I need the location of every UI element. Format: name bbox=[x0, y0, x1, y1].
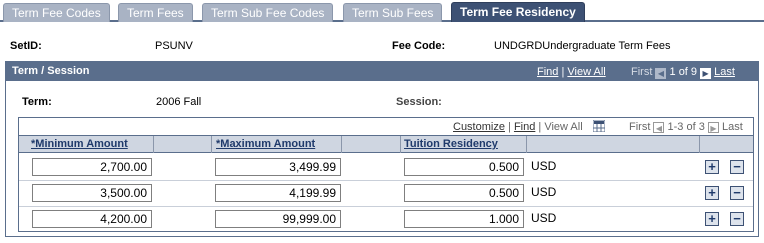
nav-separator: | bbox=[538, 121, 542, 133]
col-separator bbox=[211, 136, 212, 153]
grid-header-row: *Minimum Amount *Maximum Amount Tuition … bbox=[19, 135, 753, 153]
col-separator bbox=[341, 136, 342, 153]
tab-bar: Term Fee Codes Term Fees Term Sub Fee Co… bbox=[0, 0, 764, 22]
minimum-amount-input[interactable] bbox=[32, 158, 152, 176]
maximum-amount-input[interactable] bbox=[215, 158, 341, 176]
grid-prev-icon: ◀ bbox=[653, 122, 665, 133]
grid-first-label: First bbox=[629, 121, 651, 133]
col-header-minimum-amount[interactable]: *Minimum Amount bbox=[31, 138, 128, 150]
fee-code-value: UNDGRDUndergraduate Term Fees bbox=[494, 40, 671, 52]
tuition-residency-input[interactable] bbox=[404, 158, 524, 176]
grid-pager: First ◀ 1-3 of 3 ▶ Last bbox=[629, 121, 743, 133]
term-session-nav: Find | View All bbox=[537, 66, 606, 78]
fee-residency-grid: Customize | Find | View All First ◀ 1-3 … bbox=[18, 117, 754, 232]
term-session-header: Term / Session Find | View All First ◀ 1… bbox=[6, 62, 758, 81]
session-label: Session: bbox=[396, 96, 442, 108]
currency-label: USD bbox=[531, 185, 557, 199]
setid-value: PSUNV bbox=[155, 40, 193, 52]
grid-view-all-link[interactable]: View All bbox=[544, 121, 582, 133]
next-icon[interactable]: ▶ bbox=[700, 68, 712, 79]
grid-next-icon: ▶ bbox=[707, 122, 719, 133]
grid-last-label: Last bbox=[721, 121, 743, 133]
fee-code-label: Fee Code: bbox=[392, 40, 446, 52]
maximum-amount-input[interactable] bbox=[215, 184, 341, 202]
tuition-residency-input[interactable] bbox=[404, 184, 524, 202]
find-link[interactable]: Find bbox=[537, 66, 558, 78]
col-separator bbox=[153, 136, 154, 153]
minimum-amount-input[interactable] bbox=[32, 210, 152, 228]
nav-separator: | bbox=[561, 66, 565, 78]
term-session-title: Term / Session bbox=[12, 65, 90, 77]
tab-term-fees[interactable]: Term Fees bbox=[118, 3, 193, 22]
add-row-button[interactable]: + bbox=[705, 160, 719, 174]
delete-row-button[interactable]: − bbox=[730, 186, 744, 200]
table-row: USD + − bbox=[19, 181, 753, 206]
maximum-amount-input[interactable] bbox=[215, 210, 341, 228]
view-all-link[interactable]: View All bbox=[567, 66, 605, 78]
minimum-amount-input[interactable] bbox=[32, 184, 152, 202]
table-row: USD + − bbox=[19, 207, 753, 232]
tuition-residency-input[interactable] bbox=[404, 210, 524, 228]
setid-label: SetID: bbox=[10, 40, 42, 52]
grid-row-counter: 1-3 of 3 bbox=[667, 121, 705, 133]
customize-link[interactable]: Customize bbox=[453, 121, 505, 133]
col-separator bbox=[400, 136, 401, 153]
tab-term-fee-codes[interactable]: Term Fee Codes bbox=[3, 3, 110, 22]
col-header-tuition-residency[interactable]: Tuition Residency bbox=[404, 138, 498, 150]
row-counter: 1 of 9 bbox=[669, 66, 698, 78]
grid-find-link[interactable]: Find bbox=[514, 121, 535, 133]
tab-term-sub-fees[interactable]: Term Sub Fees bbox=[343, 3, 443, 22]
tab-term-fee-residency[interactable]: Term Fee Residency bbox=[451, 2, 585, 22]
currency-label: USD bbox=[531, 159, 557, 173]
col-separator bbox=[699, 136, 700, 153]
last-link[interactable]: Last bbox=[714, 66, 735, 78]
first-label: First bbox=[631, 66, 653, 78]
nav-separator: | bbox=[508, 121, 511, 133]
col-separator bbox=[526, 136, 527, 153]
delete-row-button[interactable]: − bbox=[730, 212, 744, 226]
term-session-pager: First ◀ 1 of 9 ▶ Last bbox=[631, 66, 735, 79]
term-value: 2006 Fall bbox=[156, 96, 202, 108]
currency-label: USD bbox=[531, 211, 557, 225]
delete-row-button[interactable]: − bbox=[730, 160, 744, 174]
col-header-maximum-amount[interactable]: *Maximum Amount bbox=[216, 138, 315, 150]
term-session-scroll-area: Term / Session Find | View All First ◀ 1… bbox=[5, 61, 759, 237]
grid-nav-bar: Customize | Find | View All First ◀ 1-3 … bbox=[19, 118, 753, 135]
grid-icon[interactable] bbox=[592, 119, 606, 135]
grid-nav-links: Customize | Find | View All bbox=[453, 121, 583, 133]
prev-icon: ◀ bbox=[655, 68, 667, 79]
term-label: Term: bbox=[22, 96, 52, 108]
tab-term-sub-fee-codes[interactable]: Term Sub Fee Codes bbox=[202, 3, 334, 22]
add-row-button[interactable]: + bbox=[705, 212, 719, 226]
table-row: USD + − bbox=[19, 155, 753, 180]
add-row-button[interactable]: + bbox=[705, 186, 719, 200]
